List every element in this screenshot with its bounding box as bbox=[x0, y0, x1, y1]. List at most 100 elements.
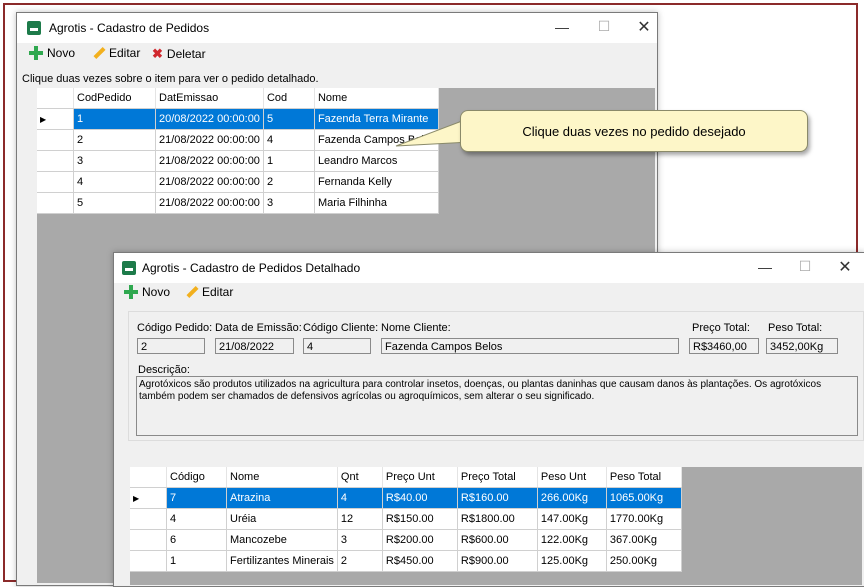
cell-peso-unt[interactable]: 147.00Kg bbox=[537, 508, 607, 530]
table-row[interactable]: ▶ 7 Atrazina 4 R$40.00 R$160.00 266.00Kg… bbox=[130, 487, 682, 509]
new-button[interactable]: Novo bbox=[29, 46, 75, 60]
col-nome[interactable]: Nome bbox=[314, 88, 440, 109]
cell-codigo[interactable]: 1 bbox=[166, 550, 227, 572]
cell-nome[interactable]: Fazenda Terra Mirante bbox=[314, 108, 440, 130]
app-icon bbox=[122, 261, 136, 275]
cell-qnt[interactable]: 2 bbox=[337, 550, 383, 572]
col-cod[interactable]: Cod bbox=[263, 88, 315, 109]
detail-titlebar[interactable]: Agrotis - Cadastro de Pedidos Detalhado … bbox=[114, 253, 864, 283]
cell-preco-total[interactable]: R$600.00 bbox=[457, 529, 538, 551]
cell-peso-total[interactable]: 250.00Kg bbox=[606, 550, 682, 572]
cell-peso-unt[interactable]: 125.00Kg bbox=[537, 550, 607, 572]
col-datemissao[interactable]: DatEmissao bbox=[155, 88, 264, 109]
cell-peso-total[interactable]: 1065.00Kg bbox=[606, 487, 682, 509]
new-button[interactable]: Novo bbox=[124, 285, 170, 299]
descricao-line-2: também podem ser chamados de defensivos … bbox=[139, 391, 595, 402]
codigo-pedido-field[interactable]: 2 bbox=[137, 338, 205, 354]
cell-cod[interactable]: 2 bbox=[263, 171, 315, 193]
col-nome[interactable]: Nome bbox=[226, 467, 338, 488]
table-row[interactable]: ▶ 1 20/08/2022 00:00:00 5 Fazenda Terra … bbox=[37, 108, 440, 130]
table-row[interactable]: 3 21/08/2022 00:00:00 1 Leandro Marcos bbox=[37, 150, 440, 172]
peso-total-field[interactable]: 3452,00Kg bbox=[766, 338, 838, 354]
cell-datemissao[interactable]: 21/08/2022 00:00:00 bbox=[155, 192, 264, 214]
col-preco-total[interactable]: Preço Total bbox=[457, 467, 538, 488]
descricao-label: Descrição: bbox=[138, 364, 190, 376]
cell-preco-total[interactable]: R$160.00 bbox=[457, 487, 538, 509]
pencil-icon bbox=[91, 46, 105, 60]
cell-peso-total[interactable]: 1770.00Kg bbox=[606, 508, 682, 530]
cell-cod[interactable]: 3 bbox=[263, 192, 315, 214]
cell-preco-unt[interactable]: R$150.00 bbox=[382, 508, 458, 530]
cell-codpedido[interactable]: 1 bbox=[73, 108, 156, 130]
cell-preco-unt[interactable]: R$450.00 bbox=[382, 550, 458, 572]
cell-cod[interactable]: 4 bbox=[263, 129, 315, 151]
orders-grid[interactable]: CodPedido DatEmissao Cod Nome ▶ 1 20/08/… bbox=[37, 88, 440, 214]
close-icon[interactable]: ✕ bbox=[629, 17, 659, 37]
new-button-label: Novo bbox=[142, 285, 171, 299]
table-row[interactable]: 6 Mancozebe 3 R$200.00 R$600.00 122.00Kg… bbox=[130, 529, 682, 551]
delete-button[interactable]: ✖ Deletar bbox=[152, 46, 206, 62]
cell-datemissao[interactable]: 21/08/2022 00:00:00 bbox=[155, 129, 264, 151]
col-peso-unt[interactable]: Peso Unt bbox=[537, 467, 607, 488]
preco-total-field[interactable]: R$3460,00 bbox=[689, 338, 759, 354]
cell-peso-unt[interactable]: 266.00Kg bbox=[537, 487, 607, 509]
descricao-line-1: Agrotóxicos são produtos utilizados na a… bbox=[139, 379, 822, 390]
cell-codigo[interactable]: 7 bbox=[166, 487, 227, 509]
cell-datemissao[interactable]: 21/08/2022 00:00:00 bbox=[155, 150, 264, 172]
plus-icon bbox=[124, 285, 138, 299]
data-emissao-field[interactable]: 21/08/2022 bbox=[215, 338, 294, 354]
cell-nome[interactable]: Leandro Marcos bbox=[314, 150, 440, 172]
cell-preco-total[interactable]: R$900.00 bbox=[457, 550, 538, 572]
grid-hint: Clique duas vezes sobre o item para ver … bbox=[22, 73, 319, 85]
col-peso-total[interactable]: Peso Total bbox=[606, 467, 682, 488]
maximize-icon[interactable]: ☐ bbox=[790, 258, 820, 275]
cell-nome[interactable]: Fazenda Campos Belos bbox=[314, 129, 440, 151]
nome-cliente-field[interactable]: Fazenda Campos Belos bbox=[381, 338, 679, 354]
codigo-cliente-field[interactable]: 4 bbox=[303, 338, 371, 354]
table-row[interactable]: 2 21/08/2022 00:00:00 4 Fazenda Campos B… bbox=[37, 129, 440, 151]
orders-titlebar[interactable]: Agrotis - Cadastro de Pedidos — ☐ ✕ bbox=[17, 13, 657, 43]
cell-nome[interactable]: Fertilizantes Minerais bbox=[226, 550, 338, 572]
cell-codpedido[interactable]: 3 bbox=[73, 150, 156, 172]
cell-preco-total[interactable]: R$1800.00 bbox=[457, 508, 538, 530]
cell-qnt[interactable]: 12 bbox=[337, 508, 383, 530]
cell-cod[interactable]: 5 bbox=[263, 108, 315, 130]
cell-preco-unt[interactable]: R$200.00 bbox=[382, 529, 458, 551]
col-codpedido[interactable]: CodPedido bbox=[73, 88, 156, 109]
table-row[interactable]: 4 21/08/2022 00:00:00 2 Fernanda Kelly bbox=[37, 171, 440, 193]
cell-datemissao[interactable]: 21/08/2022 00:00:00 bbox=[155, 171, 264, 193]
callout-text: Clique duas vezes no pedido desejado bbox=[522, 123, 746, 139]
col-codigo[interactable]: Código bbox=[166, 467, 227, 488]
edit-button[interactable]: Editar bbox=[91, 46, 140, 60]
cell-nome[interactable]: Mancozebe bbox=[226, 529, 338, 551]
cell-nome[interactable]: Uréia bbox=[226, 508, 338, 530]
cell-qnt[interactable]: 3 bbox=[337, 529, 383, 551]
cell-datemissao[interactable]: 20/08/2022 00:00:00 bbox=[155, 108, 264, 130]
col-qnt[interactable]: Qnt bbox=[337, 467, 383, 488]
cell-nome[interactable]: Fernanda Kelly bbox=[314, 171, 440, 193]
table-row[interactable]: 5 21/08/2022 00:00:00 3 Maria Filhinha bbox=[37, 192, 440, 214]
table-row[interactable]: 1 Fertilizantes Minerais 2 R$450.00 R$90… bbox=[130, 550, 682, 572]
table-row[interactable]: 4 Uréia 12 R$150.00 R$1800.00 147.00Kg 1… bbox=[130, 508, 682, 530]
close-icon[interactable]: ✕ bbox=[830, 257, 860, 277]
cell-codigo[interactable]: 4 bbox=[166, 508, 227, 530]
maximize-icon[interactable]: ☐ bbox=[589, 18, 619, 35]
minimize-icon[interactable]: — bbox=[750, 259, 780, 275]
col-preco-unt[interactable]: Preço Unt bbox=[382, 467, 458, 488]
items-grid[interactable]: Código Nome Qnt Preço Unt Preço Total Pe… bbox=[130, 467, 682, 572]
cell-peso-unt[interactable]: 122.00Kg bbox=[537, 529, 607, 551]
delete-x-icon: ✖ bbox=[152, 46, 163, 61]
cell-preco-unt[interactable]: R$40.00 bbox=[382, 487, 458, 509]
cell-qnt[interactable]: 4 bbox=[337, 487, 383, 509]
cell-codpedido[interactable]: 4 bbox=[73, 171, 156, 193]
cell-cod[interactable]: 1 bbox=[263, 150, 315, 172]
minimize-icon[interactable]: — bbox=[547, 19, 577, 35]
cell-nome[interactable]: Atrazina bbox=[226, 487, 338, 509]
cell-nome[interactable]: Maria Filhinha bbox=[314, 192, 440, 214]
edit-button[interactable]: Editar bbox=[184, 285, 233, 299]
cell-codpedido[interactable]: 2 bbox=[73, 129, 156, 151]
cell-peso-total[interactable]: 367.00Kg bbox=[606, 529, 682, 551]
descricao-textarea[interactable]: Agrotóxicos são produtos utilizados na a… bbox=[136, 376, 858, 436]
cell-codigo[interactable]: 6 bbox=[166, 529, 227, 551]
cell-codpedido[interactable]: 5 bbox=[73, 192, 156, 214]
